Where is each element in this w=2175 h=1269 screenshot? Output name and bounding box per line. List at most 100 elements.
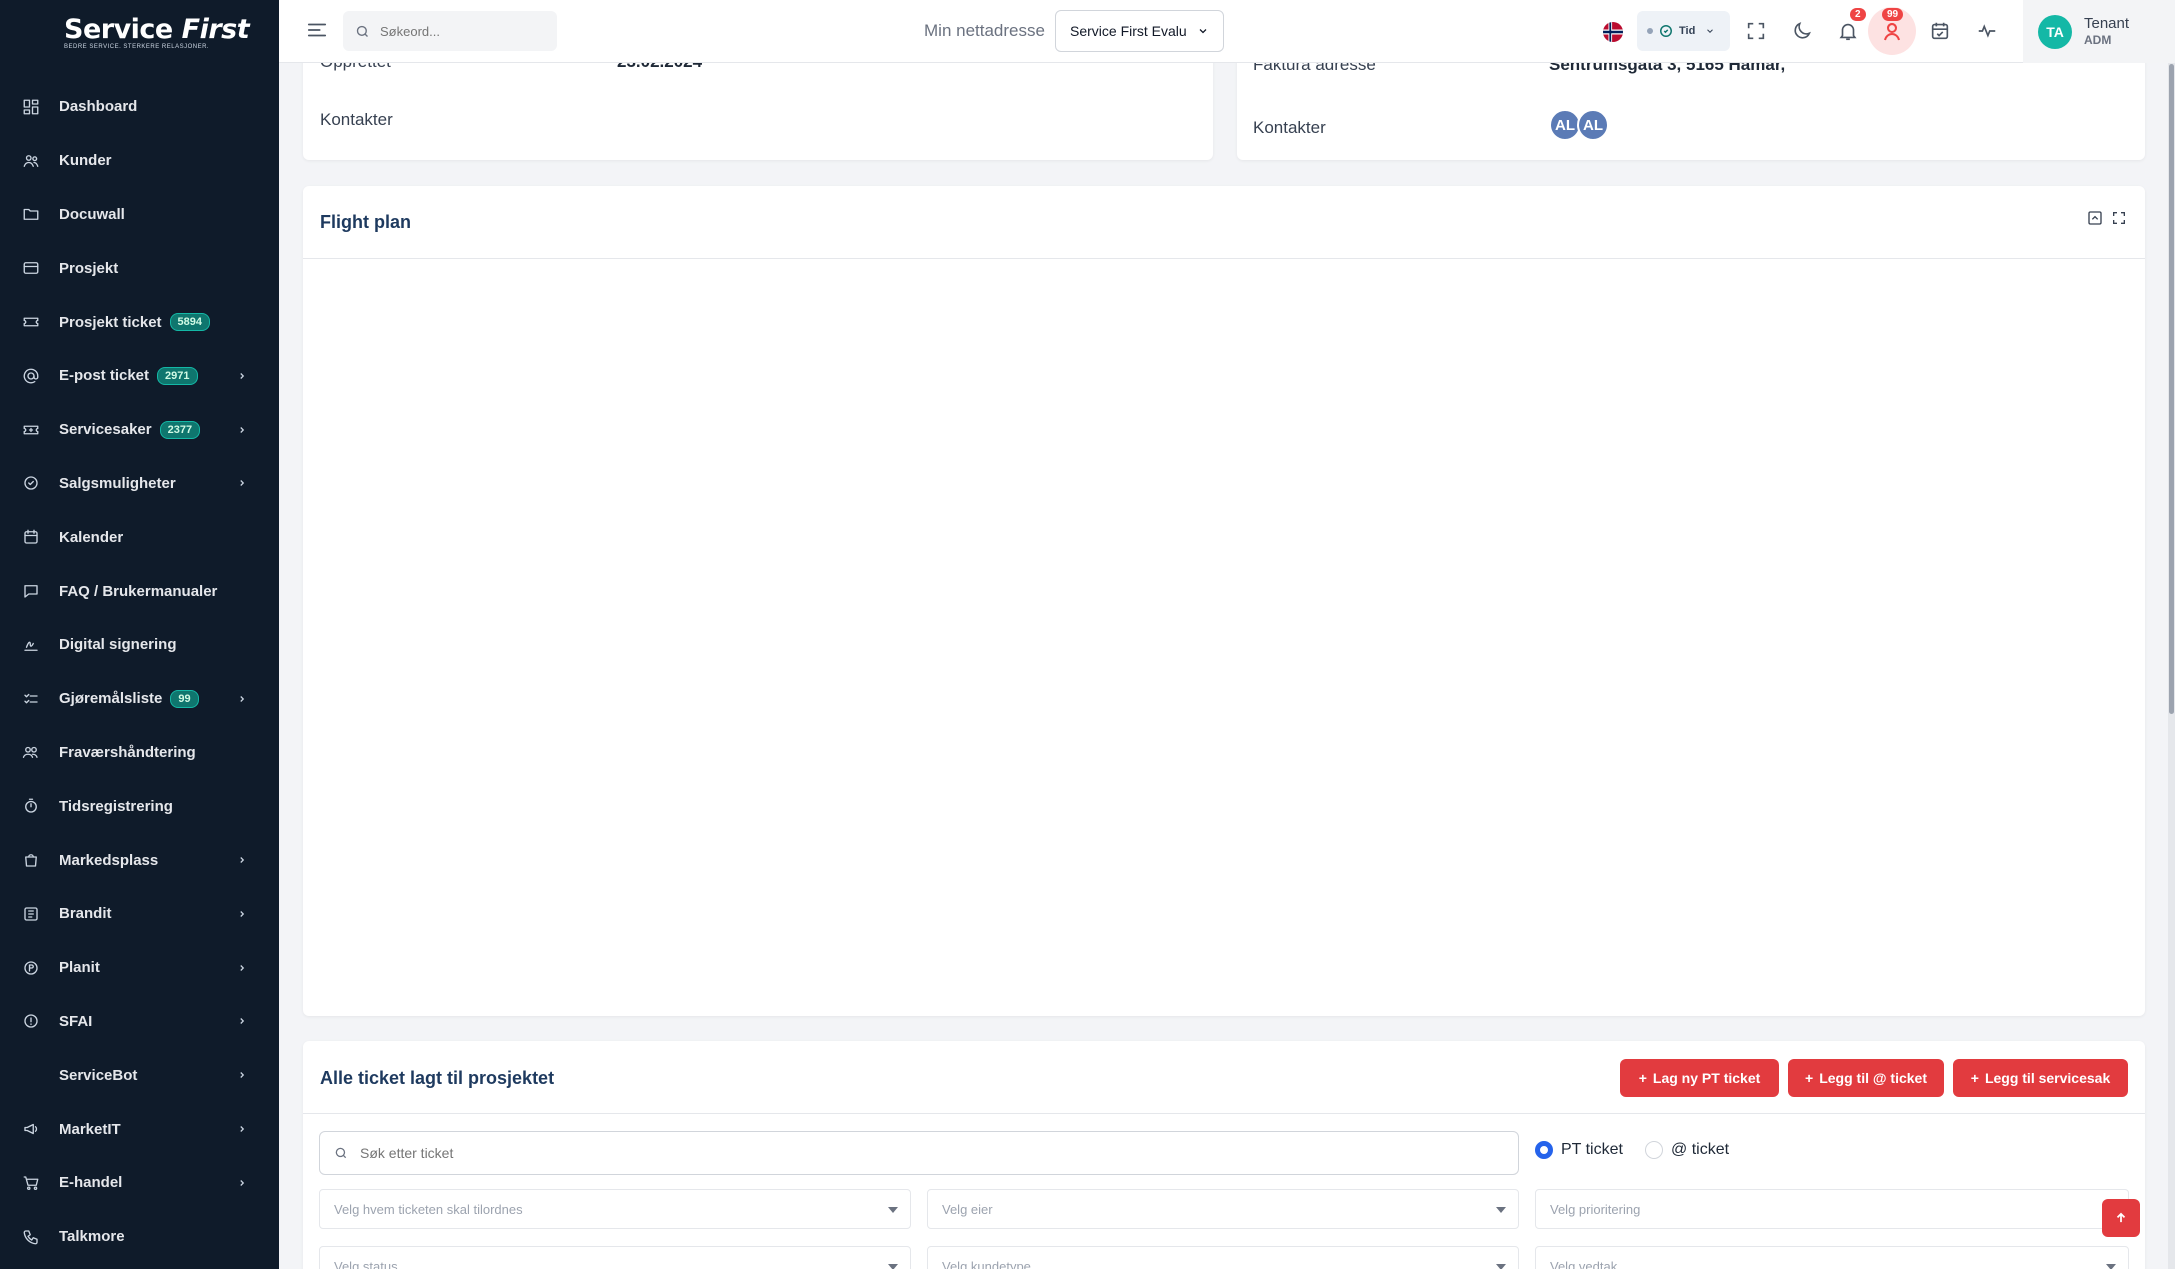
sidebar-item-label: Servicesaker [59, 421, 152, 439]
time-tracker-dropdown[interactable]: Tid [1637, 11, 1730, 51]
bell-icon[interactable] [1837, 20, 1859, 42]
sidebar-item-label: Digital signering [59, 636, 177, 654]
sidebar-item-docuwall[interactable]: Docuwall [0, 188, 279, 242]
calendar-icon [24, 529, 38, 544]
chevron-down-icon [1707, 29, 1714, 33]
sidebar-item-label: E-post ticket [59, 367, 150, 385]
tenant-select[interactable]: Service First Evalu [1055, 10, 1224, 52]
new-pt-ticket-button[interactable]: + Lag ny PT ticket [1620, 1059, 1779, 1097]
sidebar-item-label: ServiceBot [59, 1066, 138, 1084]
chat-icon [24, 585, 38, 598]
sidebar-item-gjøremålsliste[interactable]: Gjøremålsliste 99 [0, 672, 279, 726]
ticket-search[interactable] [319, 1131, 1519, 1175]
contact-avatar[interactable]: AL [1577, 109, 1609, 141]
collapse-icon[interactable] [2087, 210, 2103, 226]
users-icon [23, 154, 39, 167]
brand-tagline: BEDRE SERVICE. STERKERE RELASJONER. [64, 44, 210, 50]
radio-email-ticket-label: @ ticket [1671, 1141, 1730, 1158]
badge-icon [24, 476, 38, 491]
caret-down-icon [1496, 1264, 1506, 1269]
sidebar-item-label: Talkmore [59, 1228, 125, 1246]
chevron-right-icon [240, 857, 245, 863]
radio-pt-ticket[interactable]: PT ticket [1535, 1141, 1623, 1159]
sidebar-item-e-handel[interactable]: E-handel [0, 1156, 279, 1210]
count-badge: 5894 [169, 313, 211, 332]
customer-type-select[interactable]: Velg kundetype [927, 1246, 1519, 1269]
count-badge: 2971 [157, 366, 198, 385]
sidebar: Service First BEDRE SERVICE. STERKERE RE… [0, 0, 279, 1269]
flight-plan-title: Flight plan [320, 212, 411, 232]
sidebar-item-salgsmuligheter[interactable]: Salgsmuligheter [0, 457, 279, 511]
arrow-up-icon [2116, 1212, 2126, 1223]
sidebar-item-e-post-ticket[interactable]: E-post ticket 2971 [0, 349, 279, 403]
chevron-right-icon [240, 964, 245, 971]
sidebar-item-servicebot[interactable]: ServiceBot [0, 1048, 279, 1102]
count-badge: 99 [170, 689, 199, 708]
sidebar-item-planit[interactable]: Planit [0, 941, 279, 995]
sidebar-item-label: Markedsplass [59, 851, 159, 869]
sidebar-item-sfai[interactable]: SFAI [0, 995, 279, 1049]
add-email-ticket-button[interactable]: + Legg til @ ticket [1788, 1059, 1944, 1097]
chevron-right-icon [240, 372, 245, 379]
new-pt-ticket-label: Lag ny PT ticket [1652, 1070, 1761, 1086]
global-search[interactable] [343, 11, 557, 51]
decision-select-placeholder: Velg vedtak [1550, 1258, 1618, 1269]
calendar-check-icon[interactable] [1929, 20, 1951, 42]
plus-icon: + [1805, 1070, 1814, 1086]
user-name: Tenant [2084, 15, 2130, 33]
sidebar-item-kunder[interactable]: Kunder [0, 134, 279, 188]
owner-select[interactable]: Velg eier [927, 1189, 1519, 1229]
page-scrollbar[interactable] [2168, 0, 2175, 1269]
sidebar-item-tidsregistrering[interactable]: Tidsregistrering [0, 779, 279, 833]
assignee-select[interactable]: Velg hvem ticketen skal tilordnes [319, 1189, 911, 1229]
dark-mode-icon[interactable] [1791, 20, 1813, 42]
avatar: TA [2038, 14, 2072, 49]
ticket-icon [23, 317, 39, 327]
at-icon [23, 368, 39, 384]
sidebar-item-label: Kunder [59, 152, 112, 170]
support-count-badge: 99 [1882, 8, 1904, 21]
scrollbar-thumb[interactable] [2169, 64, 2174, 714]
sidebar-item-prosjekt[interactable]: Prosjekt [0, 241, 279, 295]
expand-icon[interactable] [2111, 210, 2127, 226]
fullscreen-icon[interactable] [1745, 20, 1767, 42]
sidebar-item-prosjekt-ticket[interactable]: Prosjekt ticket 5894 [0, 295, 279, 349]
sidebar-item-talkmore[interactable]: Talkmore [0, 1210, 279, 1264]
menu-toggle-icon[interactable] [306, 19, 328, 41]
sidebar-item-label: Prosjekt [59, 259, 119, 277]
sidebar-item-label: Fraværshåndtering [59, 743, 196, 761]
sidebar-item-digital-signering[interactable]: Digital signering [0, 618, 279, 672]
priority-select[interactable]: Velg prioritering [1535, 1189, 2129, 1229]
scroll-to-top-button[interactable] [2102, 1199, 2140, 1237]
brand-name: Service First [64, 14, 250, 45]
chevron-right-icon [240, 695, 245, 702]
activity-icon[interactable] [1976, 20, 1998, 42]
add-service-case-button[interactable]: + Legg til servicesak [1953, 1059, 2128, 1097]
sidebar-item-dashboard[interactable]: Dashboard [0, 80, 279, 134]
sidebar-item-kalender[interactable]: Kalender [0, 510, 279, 564]
ticket-search-input[interactable] [360, 1145, 1460, 1161]
global-search-input[interactable] [380, 23, 540, 39]
chevron-right-icon [240, 480, 245, 487]
norway-flag-icon[interactable] [1603, 22, 1623, 42]
sidebar-item-faq-brukermanualer[interactable]: FAQ / Brukermanualer [0, 564, 279, 618]
caret-down-icon [888, 1207, 898, 1213]
status-select[interactable]: Velg status [319, 1246, 911, 1269]
sidebar-item-servicesaker[interactable]: Servicesaker 2377 [0, 403, 279, 457]
status-dot [1647, 28, 1653, 34]
sidebar-item-label: FAQ / Brukermanualer [59, 582, 218, 600]
sidebar-item-label: Docuwall [59, 205, 125, 223]
topbar: Min nettadresse Service First Evalu Tid … [279, 0, 2175, 63]
user-menu[interactable]: TA Tenant ADM [2023, 0, 2175, 63]
sidebar-item-label: Kalender [59, 528, 124, 546]
radio-email-ticket[interactable]: @ ticket [1645, 1141, 1729, 1159]
sidebar-item-brandit[interactable]: Brandit [0, 887, 279, 941]
sidebar-item-fraværshåndtering[interactable]: Fraværshåndtering [0, 726, 279, 780]
sidebar-item-marketit[interactable]: MarketIT [0, 1102, 279, 1156]
plus-icon: + [1970, 1070, 1979, 1086]
brand-logo[interactable]: Service First BEDRE SERVICE. STERKERE RE… [64, 14, 250, 52]
contacts-label: Kontakter [1253, 118, 1326, 137]
caret-down-icon [888, 1264, 898, 1269]
decision-select[interactable]: Velg vedtak [1535, 1246, 2129, 1269]
sidebar-item-markedsplass[interactable]: Markedsplass [0, 833, 279, 887]
